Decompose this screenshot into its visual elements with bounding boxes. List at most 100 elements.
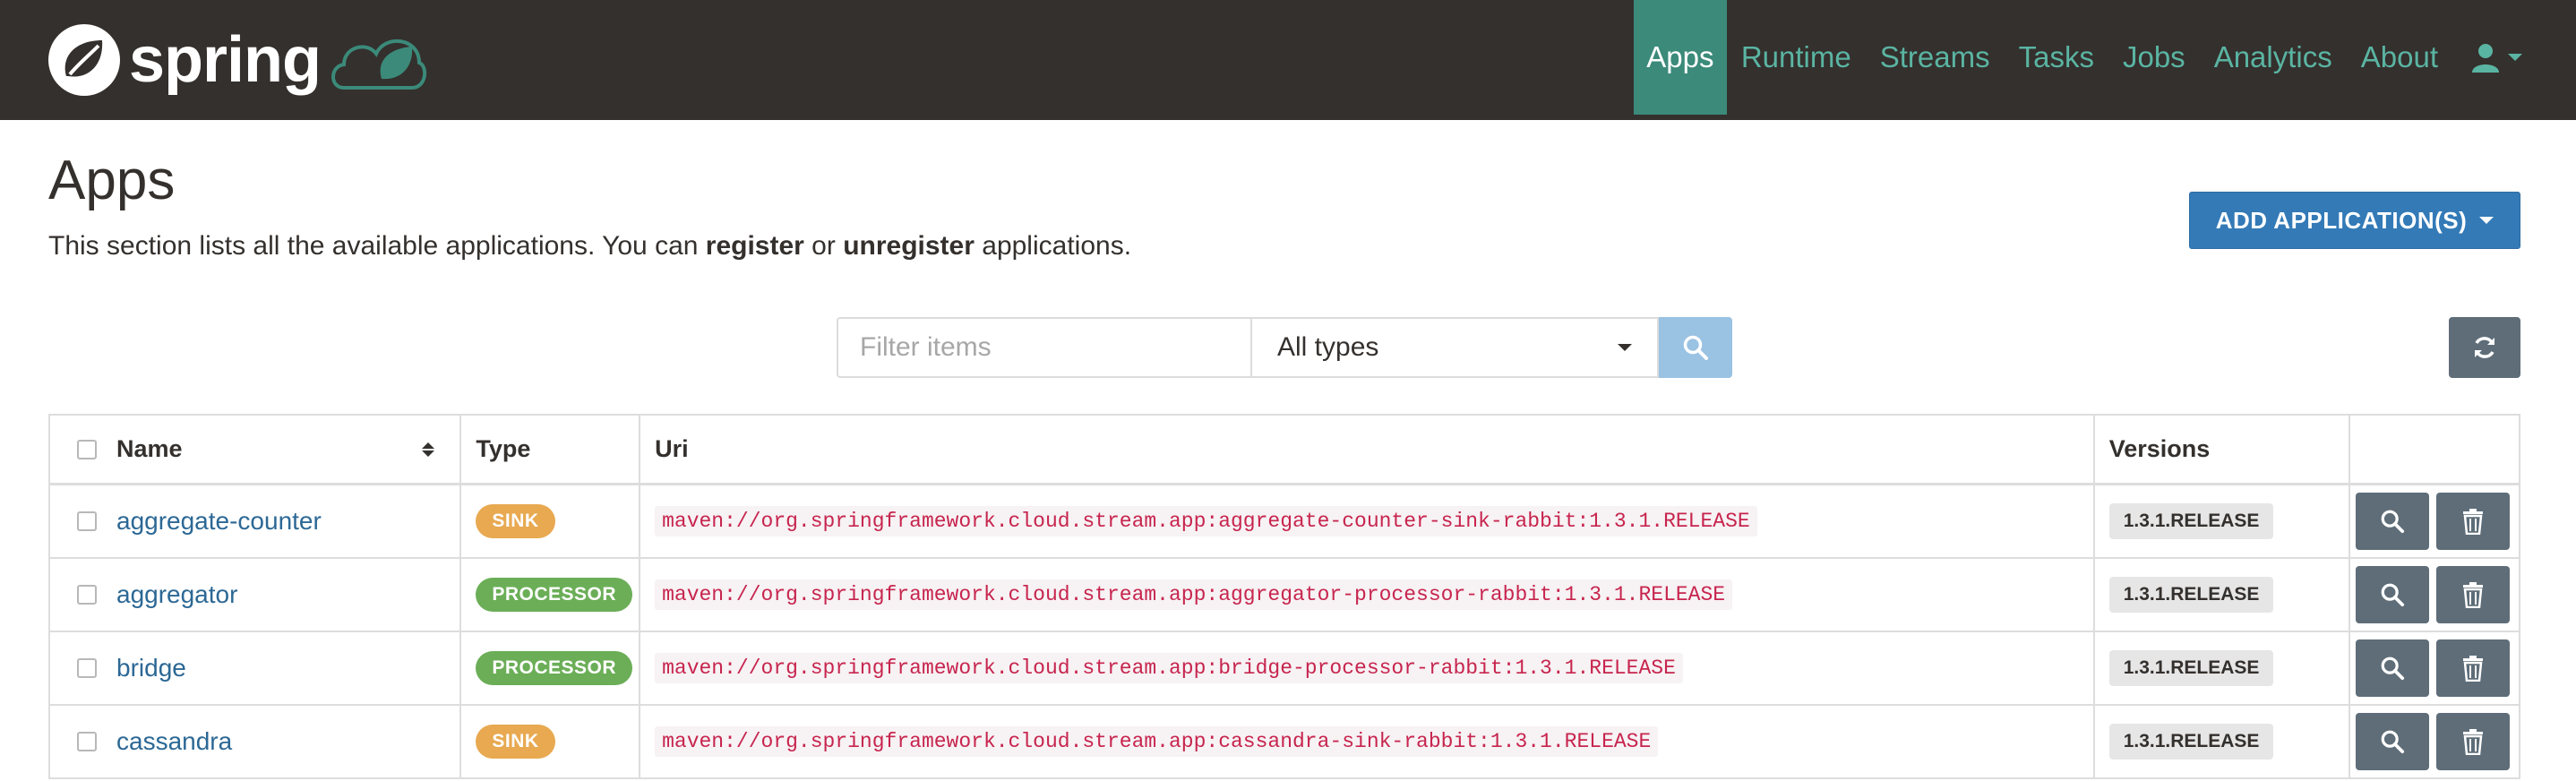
type-badge: PROCESSOR: [476, 578, 633, 612]
version-cell: 1.3.1.RELEASE: [2095, 485, 2351, 557]
app-name-link[interactable]: bridge: [116, 654, 186, 682]
column-uri: Uri: [640, 416, 2095, 483]
select-all-checkbox[interactable]: [77, 439, 97, 459]
uri-cell: maven://org.springframework.cloud.stream…: [640, 632, 2095, 704]
unregister-button[interactable]: [2436, 566, 2511, 623]
row-checkbox[interactable]: [77, 585, 97, 605]
sort-icon[interactable]: [422, 442, 435, 457]
version-label: 1.3.1.RELEASE: [2108, 724, 2274, 760]
chevron-down-icon: [1618, 344, 1632, 351]
nav-runtime[interactable]: Runtime: [1727, 0, 1866, 115]
trash-icon: [2463, 729, 2484, 755]
version-label: 1.3.1.RELEASE: [2108, 650, 2274, 686]
nav-apps[interactable]: Apps: [1633, 0, 1727, 115]
type-badge: PROCESSOR: [476, 651, 633, 685]
row-checkbox[interactable]: [77, 658, 97, 678]
add-application-button[interactable]: ADD APPLICATION(S): [2189, 192, 2520, 249]
page-description: This section lists all the available app…: [48, 231, 1131, 262]
name-cell: aggregate-counter: [50, 485, 462, 557]
desc-text: This section lists all the available app…: [48, 231, 706, 261]
filter-input[interactable]: [837, 317, 1252, 378]
trash-icon: [2463, 509, 2484, 535]
search-button[interactable]: [1659, 317, 1732, 378]
brand-name: spring: [129, 24, 322, 96]
desc-or: or: [803, 231, 844, 261]
navbar: spring Apps Runtime Streams Tasks Jobs A…: [0, 0, 2576, 120]
chevron-down-icon: [2479, 217, 2494, 224]
unregister-button[interactable]: [2436, 713, 2511, 770]
chevron-down-icon: [2508, 54, 2522, 61]
type-cell: SINK: [461, 706, 641, 777]
app-name-link[interactable]: cassandra: [116, 727, 232, 756]
search-icon: [1683, 335, 1708, 360]
desc-suffix: applications.: [974, 231, 1132, 261]
trash-icon: [2463, 582, 2484, 608]
page-title: Apps: [48, 150, 176, 211]
type-badge: SINK: [476, 725, 555, 759]
app-name-link[interactable]: aggregate-counter: [116, 507, 322, 536]
actions-cell: [2350, 559, 2519, 631]
table-row: bridge PROCESSOR maven://org.springframe…: [50, 632, 2519, 706]
user-menu[interactable]: [2452, 0, 2576, 115]
desc-unregister: unregister: [843, 231, 975, 261]
search-icon: [2381, 730, 2405, 754]
type-select[interactable]: All types: [1250, 317, 1659, 378]
type-cell: PROCESSOR: [461, 559, 641, 631]
nav-about[interactable]: About: [2347, 0, 2452, 115]
version-label: 1.3.1.RELEASE: [2108, 503, 2274, 539]
app-uri: maven://org.springframework.cloud.stream…: [655, 653, 1683, 683]
nav-jobs[interactable]: Jobs: [2108, 0, 2200, 115]
actions-cell: [2350, 706, 2519, 777]
refresh-icon: [2475, 337, 2494, 358]
version-cell: 1.3.1.RELEASE: [2095, 559, 2351, 631]
app-name-link[interactable]: aggregator: [116, 580, 237, 609]
apps-table: Name Type Uri Versions aggregate-counter…: [48, 414, 2520, 779]
unregister-button[interactable]: [2436, 639, 2511, 697]
table-row: aggregate-counter SINK maven://org.sprin…: [50, 485, 2519, 559]
search-icon: [2381, 510, 2405, 534]
details-button[interactable]: [2356, 493, 2430, 550]
table-header: Name Type Uri Versions: [50, 416, 2519, 485]
unregister-button[interactable]: [2436, 493, 2511, 550]
nav-tasks[interactable]: Tasks: [2005, 0, 2108, 115]
nav-analytics[interactable]: Analytics: [2200, 0, 2347, 115]
version-cell: 1.3.1.RELEASE: [2095, 632, 2351, 704]
spring-leaf-icon: [48, 24, 120, 96]
uri-cell: maven://org.springframework.cloud.stream…: [640, 706, 2095, 777]
app-uri: maven://org.springframework.cloud.stream…: [655, 579, 1733, 610]
app-uri: maven://org.springframework.cloud.stream…: [655, 726, 1659, 757]
details-button[interactable]: [2356, 566, 2430, 623]
user-icon: [2472, 44, 2499, 73]
uri-cell: maven://org.springframework.cloud.stream…: [640, 559, 2095, 631]
uri-cell: maven://org.springframework.cloud.stream…: [640, 485, 2095, 557]
row-checkbox[interactable]: [77, 511, 97, 531]
type-select-value: All types: [1277, 332, 1379, 362]
desc-register: register: [705, 231, 804, 261]
type-cell: SINK: [461, 485, 641, 557]
name-cell: bridge: [50, 632, 462, 704]
nav-streams[interactable]: Streams: [1866, 0, 2005, 115]
version-cell: 1.3.1.RELEASE: [2095, 706, 2351, 777]
name-cell: cassandra: [50, 706, 462, 777]
main-nav: Apps Runtime Streams Tasks Jobs Analytic…: [1633, 0, 2576, 115]
actions-cell: [2350, 632, 2519, 704]
column-name[interactable]: Name: [50, 416, 462, 483]
table-row: cassandra SINK maven://org.springframewo…: [50, 706, 2519, 779]
search-icon: [2381, 657, 2405, 681]
column-name-label: Name: [116, 435, 183, 462]
table-row: aggregator PROCESSOR maven://org.springf…: [50, 559, 2519, 632]
cloud-icon: [331, 39, 427, 90]
add-application-label: ADD APPLICATION(S): [2215, 206, 2468, 234]
details-button[interactable]: [2356, 713, 2430, 770]
name-cell: aggregator: [50, 559, 462, 631]
refresh-button[interactable]: [2449, 317, 2520, 378]
spring-logo[interactable]: spring: [48, 20, 428, 100]
column-actions: [2350, 416, 2519, 483]
row-checkbox[interactable]: [77, 732, 97, 751]
details-button[interactable]: [2356, 639, 2430, 697]
app-uri: maven://org.springframework.cloud.stream…: [655, 506, 1757, 536]
search-icon: [2381, 583, 2405, 607]
version-label: 1.3.1.RELEASE: [2108, 577, 2274, 613]
column-versions: Versions: [2095, 416, 2351, 483]
type-badge: SINK: [476, 504, 555, 538]
